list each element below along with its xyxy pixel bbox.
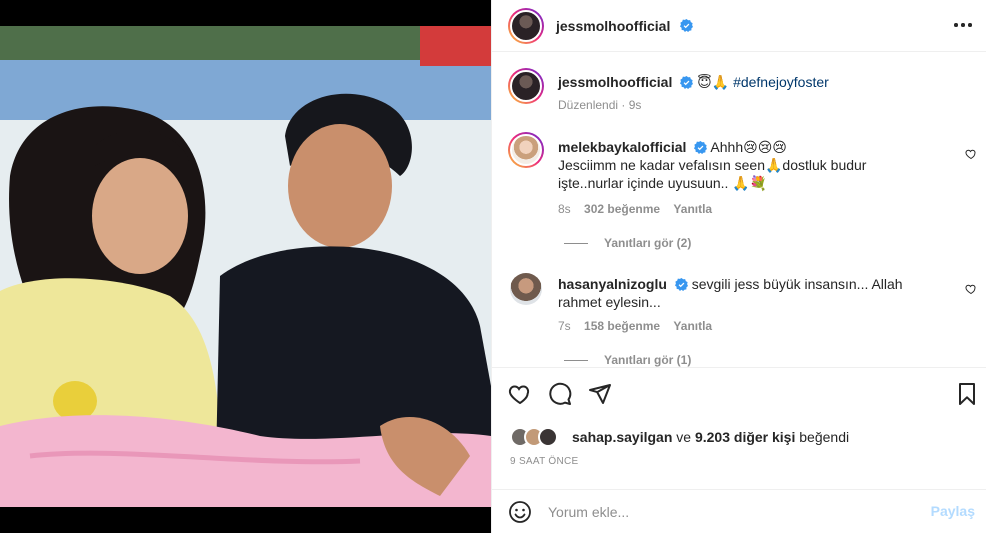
more-options-icon[interactable] bbox=[953, 18, 973, 32]
verified-badge-icon bbox=[680, 76, 694, 89]
post-media[interactable] bbox=[0, 0, 491, 533]
commenter-username[interactable]: hasanyalnizoglu bbox=[558, 276, 667, 292]
post-caption: jessmolhoofficial 😇🙏 #defnejoyfoster Düz… bbox=[492, 52, 986, 122]
edited-label: Düzenlendi bbox=[558, 98, 619, 112]
caption-emojis: 😇🙏 bbox=[697, 74, 730, 90]
author-avatar[interactable] bbox=[508, 8, 544, 44]
comment-input[interactable] bbox=[548, 500, 908, 524]
comment-time[interactable]: 8s bbox=[558, 202, 571, 216]
comment-time[interactable]: 7s bbox=[558, 319, 571, 333]
post-panel: jessmolhoofficial jessmolhoofficial 😇🙏 #… bbox=[491, 0, 986, 533]
heart-icon[interactable] bbox=[965, 148, 977, 160]
comment-text: Ahhh😢😢😢 bbox=[710, 139, 787, 155]
comment-likes[interactable]: 158 beğenme bbox=[584, 319, 660, 333]
comment-meta: 7s 158 beğenme Yanıtla bbox=[558, 319, 712, 333]
comment-composer: Paylaş bbox=[492, 489, 986, 533]
post-actions: sahap.sayilgan ve 9.203 diğer kişi beğen… bbox=[492, 367, 986, 507]
verified-badge-icon bbox=[694, 141, 708, 154]
caption-avatar[interactable] bbox=[508, 68, 544, 104]
verified-badge-icon bbox=[674, 278, 688, 291]
author-username[interactable]: jessmolhoofficial bbox=[556, 18, 670, 34]
comment-text: sevgili jess büyük insansın... Allah bbox=[691, 276, 903, 292]
caption-username[interactable]: jessmolhoofficial bbox=[558, 74, 672, 90]
reply-button[interactable]: Yanıtla bbox=[673, 202, 712, 216]
heart-icon[interactable] bbox=[508, 382, 532, 406]
liker-avatars[interactable] bbox=[510, 427, 566, 447]
commenter-username[interactable]: melekbaykalofficial bbox=[558, 139, 686, 155]
verified-badge-icon bbox=[680, 19, 693, 32]
commenter-avatar[interactable] bbox=[510, 273, 542, 305]
post-photo bbox=[0, 26, 491, 507]
save-icon[interactable] bbox=[955, 382, 979, 406]
comment-likes[interactable]: 302 beğenme bbox=[584, 202, 660, 216]
caption-meta: Düzenlendi · 9s bbox=[558, 98, 642, 112]
post-header: jessmolhoofficial bbox=[492, 0, 986, 52]
emoji-icon[interactable] bbox=[508, 500, 532, 524]
other-likers[interactable]: 9.203 diğer kişi bbox=[695, 429, 795, 445]
caption-hashtag[interactable]: #defnejoyfoster bbox=[733, 74, 829, 90]
post-comment-button[interactable]: Paylaş bbox=[931, 503, 975, 519]
comment-text: rahmet eylesin... bbox=[558, 294, 661, 310]
likes-connector: ve bbox=[676, 429, 692, 445]
comment-text: Jesciimm ne kadar vefalısın seen🙏dostluk… bbox=[558, 157, 867, 173]
post-timestamp[interactable]: 9 SAAT ÖNCE bbox=[510, 456, 579, 467]
heart-icon[interactable] bbox=[965, 283, 977, 295]
first-liker[interactable]: sahap.sayilgan bbox=[572, 429, 672, 445]
comment-meta: 8s 302 beğenme Yanıtla bbox=[558, 202, 712, 216]
comment-text: işte..nurlar içinde uyusuun.. 🙏💐 bbox=[558, 175, 768, 191]
view-replies-button[interactable]: Yanıtları gör (1) bbox=[564, 353, 691, 367]
commenter-avatar[interactable] bbox=[508, 132, 544, 168]
likes-summary: sahap.sayilgan ve 9.203 diğer kişi beğen… bbox=[510, 426, 849, 448]
view-replies-button[interactable]: Yanıtları gör (2) bbox=[564, 236, 691, 250]
comment-icon[interactable] bbox=[548, 382, 572, 406]
caption-time[interactable]: 9s bbox=[629, 98, 642, 112]
likes-suffix: beğendi bbox=[799, 429, 850, 445]
share-icon[interactable] bbox=[588, 382, 612, 406]
reply-button[interactable]: Yanıtla bbox=[673, 319, 712, 333]
